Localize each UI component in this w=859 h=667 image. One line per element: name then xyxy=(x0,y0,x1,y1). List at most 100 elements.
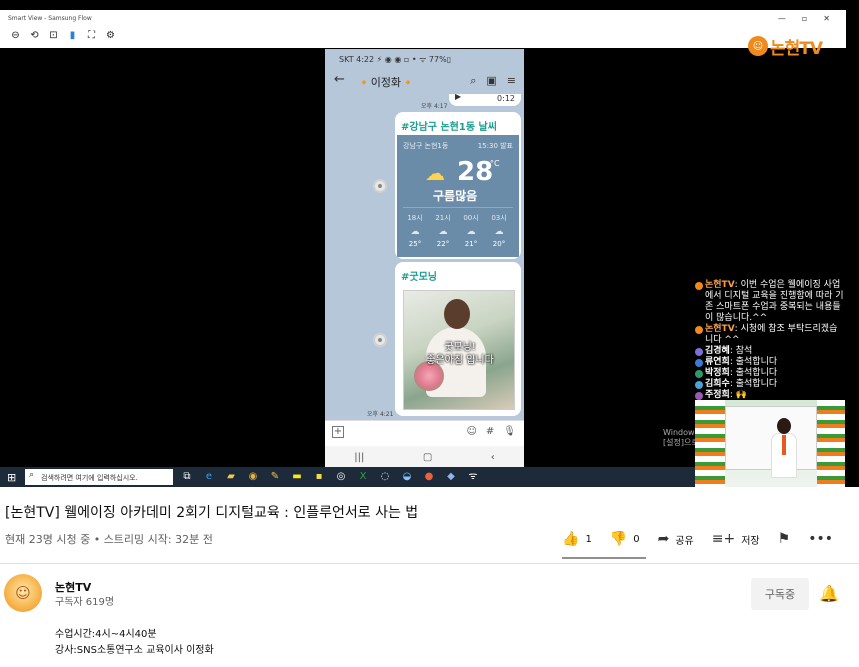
sticky-notes-icon[interactable]: ▪ xyxy=(312,469,326,484)
weather-divider xyxy=(403,207,513,208)
recent-apps-icon[interactable]: ||| xyxy=(354,452,364,463)
good-morning-title: #굿모닝 xyxy=(401,272,437,283)
forecast-item: 21시 ☁ 22° xyxy=(431,213,455,248)
search-icon: ⌕ xyxy=(29,470,35,480)
chat-username: 논현TV xyxy=(705,324,735,334)
video-player[interactable]: Smart View - Samsung Flow ⊖ ⟲ ⊡ ▮ ⛶ ⚙ — … xyxy=(0,0,859,487)
taskbar-apps: ⧉ e ▰ ◉ ✎ ▬ ▪ ◎ X ◌ ◒ ● ◆ ᯤ xyxy=(180,469,480,484)
forecast-temp: 25° xyxy=(408,240,422,248)
smart-view-icons: ⊖ ⟲ ⊡ ▮ ⛶ ⚙ xyxy=(10,30,116,41)
nav-back-icon[interactable]: ‹ xyxy=(491,452,495,463)
user-avatar-icon xyxy=(695,370,703,378)
subscribe-button[interactable]: 구독중 xyxy=(751,578,809,610)
chat-input-bar[interactable]: + ☺ # 🎙 xyxy=(325,420,524,446)
phone-icon[interactable]: ▮ xyxy=(67,30,78,41)
message-select-radio[interactable] xyxy=(373,179,387,193)
browser-icon[interactable]: ◌ xyxy=(378,469,392,484)
samsung-flow-icon[interactable]: ◒ xyxy=(400,469,414,484)
minimize-button[interactable]: — xyxy=(778,14,786,23)
chat-username: 류연희 xyxy=(705,357,730,367)
cloud-icon: ☁ xyxy=(494,227,504,237)
forecast-temp: 21° xyxy=(464,240,478,248)
obs-icon[interactable]: ◎ xyxy=(334,469,348,484)
section-divider xyxy=(0,563,859,564)
emoji-icon[interactable]: ☺ xyxy=(466,426,476,437)
chat-text: : 출석합니다 xyxy=(729,379,778,389)
flag-icon: ⚑ xyxy=(777,531,791,547)
forecast-hour: 03시 xyxy=(491,214,507,222)
edge-icon[interactable]: e xyxy=(202,469,216,484)
network-icon[interactable]: ᯤ xyxy=(466,469,480,484)
fullscreen-icon[interactable]: ⛶ xyxy=(86,30,97,41)
chat-message-body: 김경혜: 참석 xyxy=(705,346,752,357)
chat-text: : 출석합니다 xyxy=(729,357,778,367)
explorer-icon[interactable]: ▰ xyxy=(224,469,238,484)
minus-circle-icon[interactable]: ⊖ xyxy=(10,30,21,41)
app-icon[interactable]: ◆ xyxy=(444,469,458,484)
forecast-hour: 18시 xyxy=(407,214,423,222)
image-text-line: 좋은아침 입니다 xyxy=(426,355,494,366)
weather-message[interactable]: #강남구 논현1동 날씨 강남구 논현1동 15:30 발표 ☁ 28 °C 구… xyxy=(395,112,521,259)
powerpoint-icon[interactable]: ● xyxy=(422,469,436,484)
taskbar-search[interactable]: ⌕ 검색하려면 여기에 입력하십시오. xyxy=(25,469,173,485)
maximize-button[interactable]: ▫ xyxy=(802,14,807,23)
user-avatar-icon xyxy=(695,359,703,367)
back-arrow-icon[interactable]: ← xyxy=(334,72,345,87)
chrome-icon[interactable]: ◉ xyxy=(246,469,260,484)
chat-message-body: 논현TV: 시청에 참조 부탁드리겠습니다 ^^ xyxy=(705,324,845,346)
home-icon[interactable]: ▢ xyxy=(423,452,432,463)
settings-icon[interactable]: ⚙ xyxy=(105,30,116,41)
presenter-head xyxy=(777,418,791,434)
windows-start-icon[interactable]: ⊞ xyxy=(7,471,16,484)
report-button[interactable]: ⚑ xyxy=(778,531,791,547)
user-avatar-icon xyxy=(695,326,703,334)
user-avatar-icon xyxy=(695,282,703,290)
kakaotalk-icon[interactable]: ▬ xyxy=(290,469,304,484)
dislike-button[interactable]: 👎 0 xyxy=(610,531,640,547)
weather-condition: 구름많음 xyxy=(433,189,478,203)
message-select-radio[interactable] xyxy=(373,333,387,347)
microphone-icon[interactable]: 🎙 xyxy=(503,426,516,437)
paint-icon[interactable]: ✎ xyxy=(268,469,282,484)
search-icon[interactable]: ⌕ xyxy=(470,74,476,88)
chat-text: : 참석 xyxy=(729,346,753,356)
share-arrow-icon: ➦ xyxy=(657,531,670,547)
excel-icon[interactable]: X xyxy=(356,469,370,484)
menu-icon[interactable]: ≡ xyxy=(507,74,516,88)
subscriber-count: 구독자 619명 xyxy=(55,597,115,608)
sentiment-bar xyxy=(562,557,646,559)
crop-icon[interactable]: ⊡ xyxy=(48,30,59,41)
attach-plus-icon[interactable]: + xyxy=(332,426,344,438)
cloud-icon: ☁ xyxy=(438,227,448,237)
message-time: 오후 4:17 xyxy=(421,103,448,110)
bell-icon[interactable]: 🔔 xyxy=(819,584,839,603)
chat-message: 김희수: 출석합니다 xyxy=(695,379,845,390)
video-title: [논현TV] 웰에이징 아카데미 2회기 디지털교육 : 인플루언서로 사는 법 xyxy=(5,505,419,521)
cam-banner-left xyxy=(695,400,725,487)
description-line: 수업시간:4시~4시40분 xyxy=(55,629,157,640)
rotate-icon[interactable]: ⟲ xyxy=(29,30,40,41)
share-button[interactable]: ➦ 공유 xyxy=(658,531,694,547)
good-morning-message[interactable]: #굿모닝 굿모닝! 좋은아침 입니다 xyxy=(395,262,521,416)
image-figure-hair xyxy=(444,299,470,329)
partly-cloudy-icon: ☁ xyxy=(425,161,445,185)
chat-message: 논현TV: 시청에 참조 부탁드리겠습니다 ^^ xyxy=(695,324,845,346)
weather-card: 강남구 논현1동 15:30 발표 ☁ 28 °C 구름많음 18시 ☁ 25°… xyxy=(397,135,519,257)
hashtag-icon[interactable]: # xyxy=(486,426,494,437)
good-morning-image[interactable]: 굿모닝! 좋은아침 입니다 xyxy=(403,290,515,410)
good-morning-image-text: 굿모닝! 좋은아침 입니다 xyxy=(414,341,506,367)
save-button[interactable]: ≡+ 저장 xyxy=(712,531,760,547)
logo-text: 논현TV xyxy=(770,38,823,59)
box-icon[interactable]: ▣ xyxy=(486,74,496,88)
message-time: 오후 4:21 xyxy=(367,411,394,418)
channel-avatar[interactable]: ☺ xyxy=(4,574,42,612)
chat-header: ← 🔸이정화🔸 ⌕ ▣ ≡ xyxy=(325,68,524,94)
like-button[interactable]: 👍 1 xyxy=(562,531,592,547)
message-bubble-partial: ▶ 0:12 xyxy=(449,94,521,106)
chat-message-body: 박정희: 출석합니다 xyxy=(705,368,777,379)
close-button[interactable]: ✕ xyxy=(823,14,830,23)
more-button[interactable]: ••• xyxy=(808,531,833,547)
like-count: 1 xyxy=(585,533,592,545)
task-view-icon[interactable]: ⧉ xyxy=(180,469,194,484)
watermark-line: Window xyxy=(663,428,695,437)
